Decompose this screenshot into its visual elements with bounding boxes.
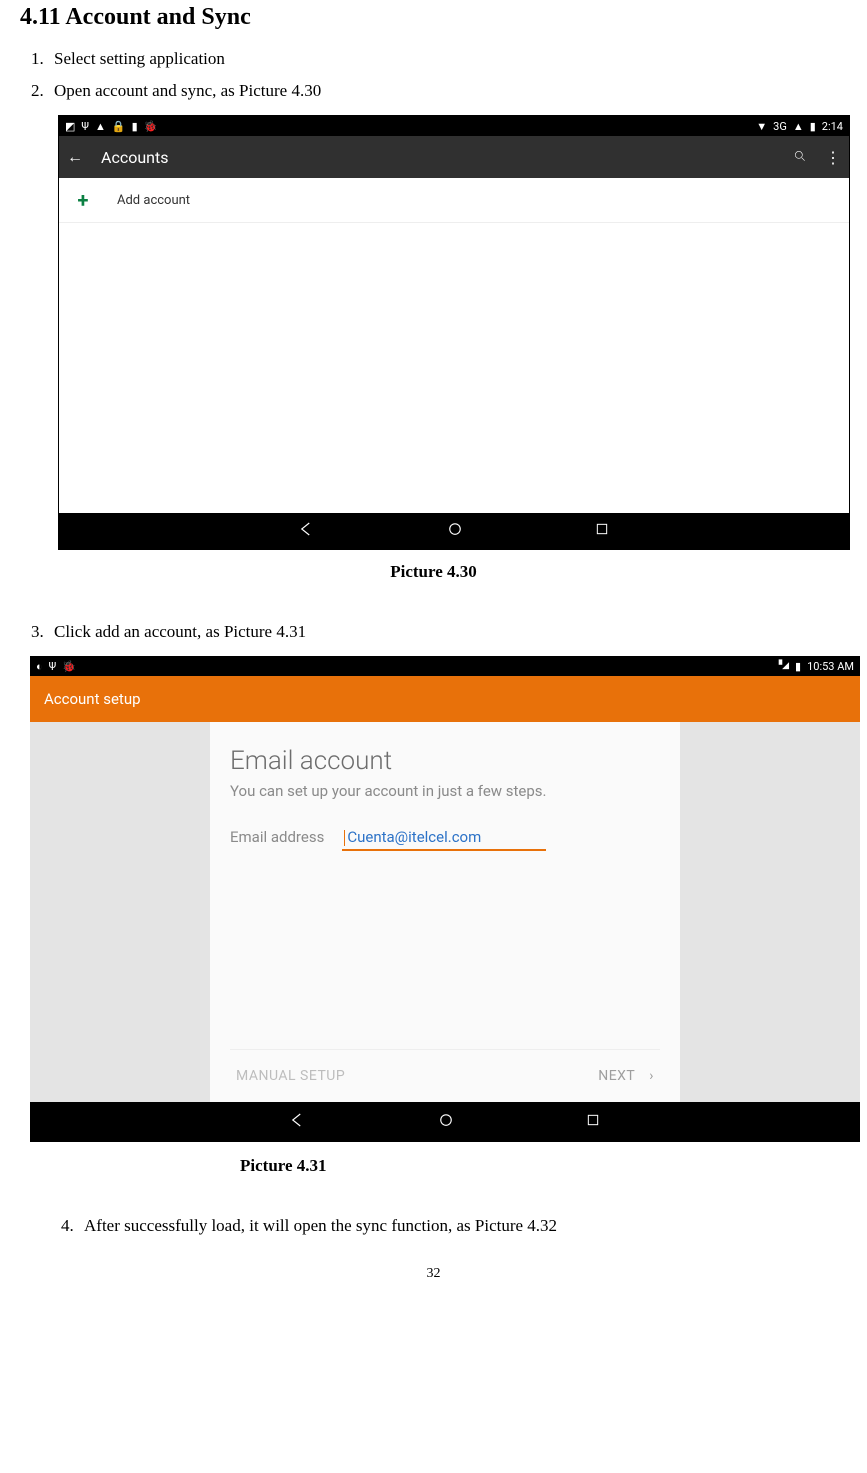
- signal-icon: ▝◢: [775, 661, 789, 671]
- app-bar: Account setup: [30, 676, 860, 722]
- empty-area: [59, 223, 849, 513]
- screenshot-icon: ◩: [65, 120, 75, 133]
- nav-back-icon[interactable]: [298, 520, 316, 542]
- page-title: Accounts: [101, 148, 168, 167]
- page-number: 32: [20, 1266, 847, 1282]
- network-label: 3G: [773, 120, 787, 133]
- right-gutter: [680, 722, 860, 1102]
- clock: 10:53 AM: [807, 660, 854, 673]
- back-icon[interactable]: ←: [67, 147, 83, 167]
- figure-caption: Picture 4.30: [20, 562, 847, 582]
- warning-icon: ▲: [95, 120, 106, 133]
- step-list-a: Select setting application Open account …: [48, 49, 847, 101]
- battery-icon: ▮: [810, 120, 816, 133]
- email-field[interactable]: Cuenta@itelcel.com: [342, 828, 546, 851]
- step-list-c: After successfully load, it will open th…: [78, 1216, 847, 1236]
- add-account-label: Add account: [117, 193, 190, 208]
- debug-icon: 🐞: [62, 660, 76, 673]
- list-item: Click add an account, as Picture 4.31: [48, 622, 847, 642]
- left-gutter: [30, 722, 210, 1102]
- usb-icon: Ψ: [49, 660, 57, 673]
- list-item: Open account and sync, as Picture 4.30: [48, 81, 847, 101]
- usb-icon: Ψ: [81, 120, 89, 133]
- email-field-value: Cuenta@itelcel.com: [347, 828, 481, 846]
- page-title: Account setup: [44, 690, 141, 708]
- app-icon: ▮: [132, 120, 138, 133]
- app-bar: ← Accounts ⋮: [59, 136, 849, 178]
- search-icon[interactable]: [793, 148, 807, 167]
- card-subtext: You can set up your account in just a fe…: [230, 782, 660, 800]
- step-list-b: Click add an account, as Picture 4.31: [48, 622, 847, 642]
- nav-recent-icon[interactable]: [594, 521, 610, 541]
- navigation-bar: [30, 1102, 860, 1142]
- status-bar: ◐ Ψ 🐞 ▝◢ ▮ 10:53 AM: [30, 656, 860, 676]
- document-page: 4.11 Account and Sync Select setting app…: [0, 4, 867, 1322]
- clock: 2:14: [822, 120, 843, 133]
- add-account-row[interactable]: + Add account: [59, 178, 849, 223]
- nav-back-icon[interactable]: [289, 1111, 307, 1133]
- overflow-icon[interactable]: ⋮: [825, 148, 841, 167]
- wifi-icon: ▼: [756, 120, 767, 133]
- plus-icon: +: [75, 188, 91, 212]
- setup-card: Email account You can set up your accoun…: [210, 722, 680, 1102]
- screenshot-accounts: ◩ Ψ ▲ 🔒 ▮ 🐞 ▼ 3G ▲ ▮ 2:14 ← Accounts: [58, 115, 850, 550]
- list-item: After successfully load, it will open th…: [78, 1216, 847, 1236]
- nav-home-icon[interactable]: [437, 1111, 455, 1133]
- signal-icon: ▲: [793, 120, 804, 133]
- battery-icon: ▮: [795, 660, 801, 673]
- navigation-bar: [59, 513, 849, 549]
- figure-caption: Picture 4.31: [240, 1156, 847, 1176]
- next-button[interactable]: NEXT ›: [598, 1068, 654, 1084]
- debug-icon: 🐞: [144, 120, 158, 133]
- chevron-right-icon: ›: [649, 1068, 654, 1084]
- chrome-icon: ◐: [36, 660, 43, 673]
- lock-icon: 🔒: [112, 120, 126, 133]
- status-bar: ◩ Ψ ▲ 🔒 ▮ 🐞 ▼ 3G ▲ ▮ 2:14: [59, 116, 849, 136]
- screenshot-email-setup: ◐ Ψ 🐞 ▝◢ ▮ 10:53 AM Account setup Email …: [30, 656, 860, 1142]
- section-heading: 4.11 Account and Sync: [20, 4, 847, 31]
- list-item: Select setting application: [48, 49, 847, 69]
- manual-setup-button[interactable]: MANUAL SETUP: [236, 1068, 345, 1084]
- nav-recent-icon[interactable]: [585, 1112, 601, 1132]
- nav-home-icon[interactable]: [446, 520, 464, 542]
- email-field-label: Email address: [230, 828, 324, 846]
- card-heading: Email account: [230, 746, 660, 776]
- next-label: NEXT: [598, 1068, 635, 1084]
